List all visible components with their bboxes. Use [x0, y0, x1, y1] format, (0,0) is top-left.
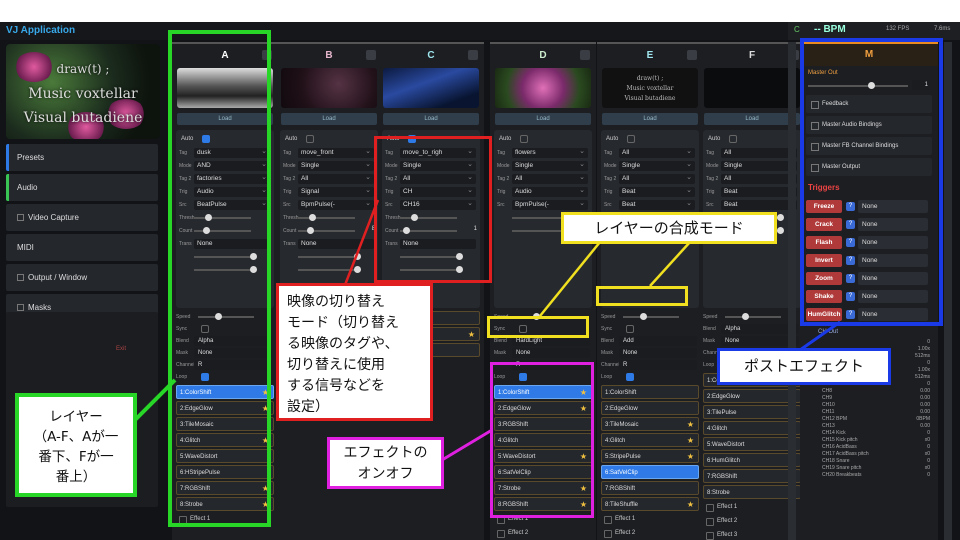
callout-connectors [133, 199, 841, 462]
callout-line: エフェクトの [343, 445, 428, 461]
blend-callout: レイヤーの合成モード [561, 212, 777, 244]
callout-line: 映像の切り替え [287, 294, 385, 310]
layer-callout: レイヤー （A-F、Aが一 番下、Fが一 番上） [15, 393, 137, 497]
callout-line: モード（切り替え [287, 315, 399, 331]
callout-line: 切り替えに使用 [287, 357, 385, 373]
callout-line: 設定） [287, 399, 329, 415]
fx-callout: エフェクトの オンオフ [327, 437, 444, 489]
post-effect-callout: ポストエフェクト [717, 348, 891, 385]
switch-mode-callout: 映像の切り替え モード（切り替え る映像のタグや、 切り替えに使用 する信号など… [276, 283, 433, 421]
callout-line: 番上） [55, 469, 97, 485]
callout-line: オンオフ [357, 466, 414, 482]
callout-line: レイヤー [49, 409, 103, 425]
callout-line: る映像のタグや、 [287, 336, 399, 352]
callout-line: 番下、Fが一 [38, 449, 114, 465]
callout-line: する信号などを [287, 378, 385, 394]
callout-line: （A-F、Aが一 [33, 429, 119, 445]
